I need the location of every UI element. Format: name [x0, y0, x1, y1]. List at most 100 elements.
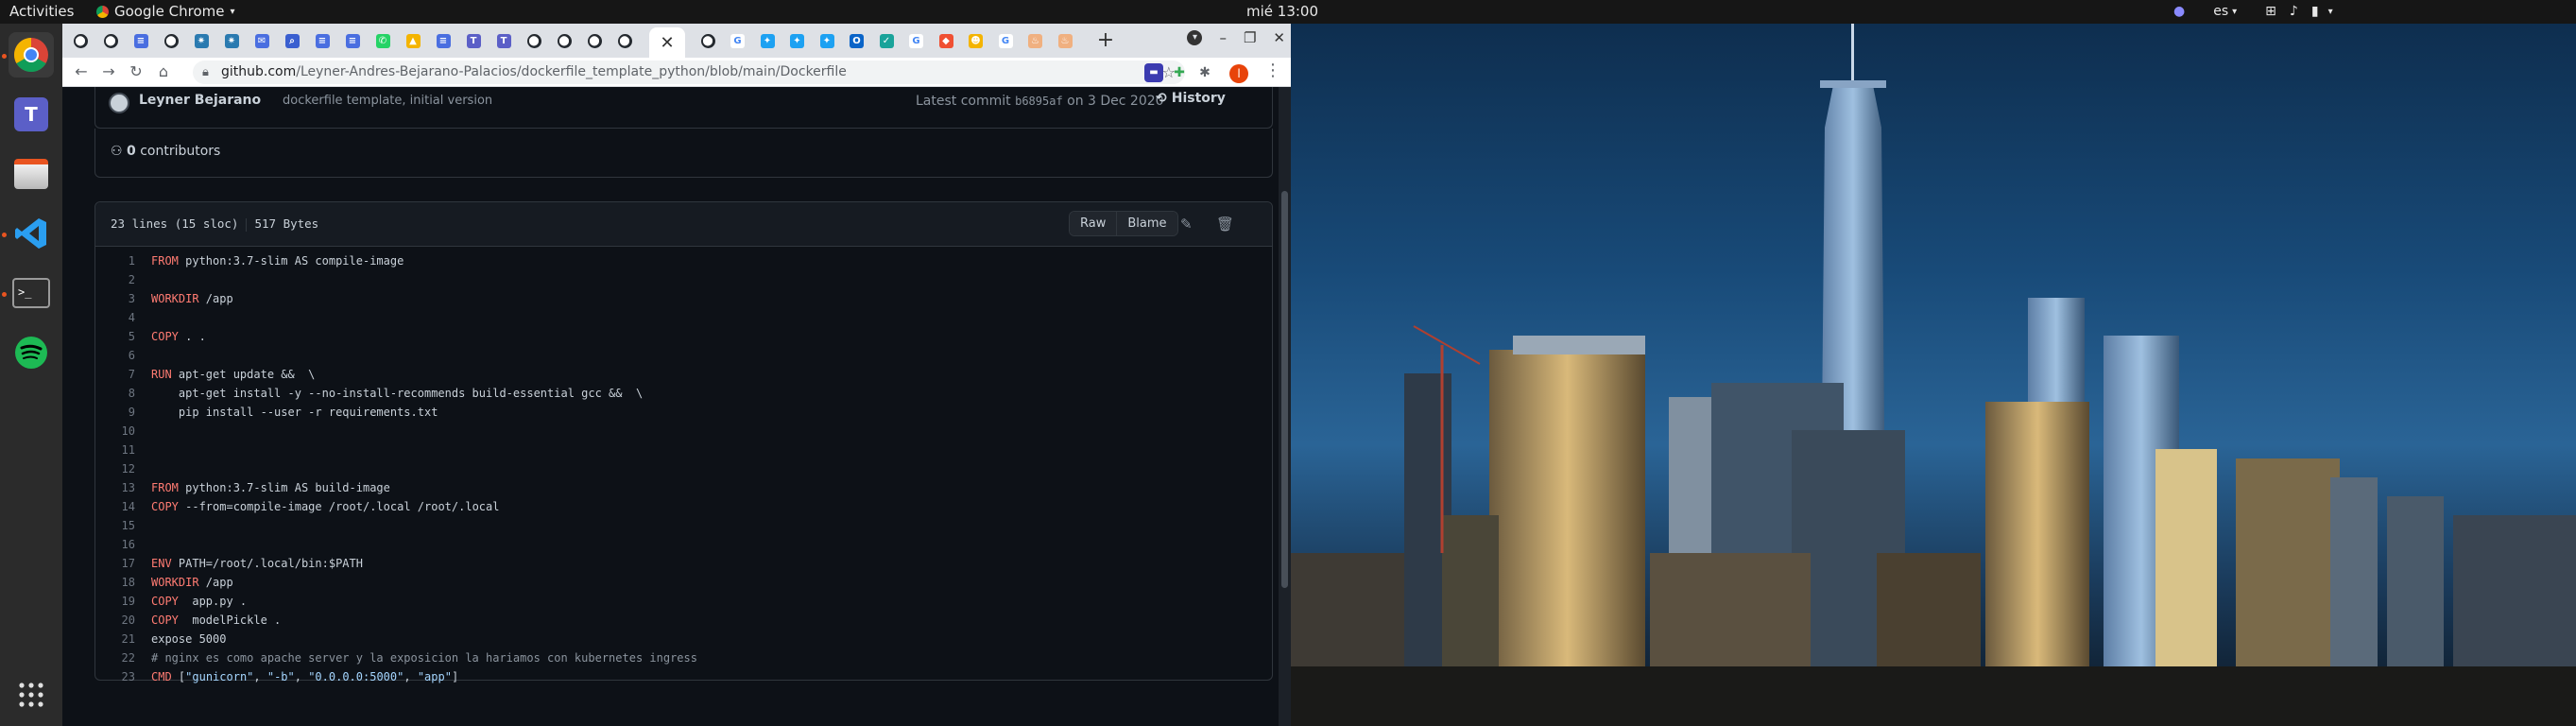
tab-5[interactable]: ✷: [191, 28, 212, 53]
line-number[interactable]: 6: [95, 346, 135, 365]
tab-right-8[interactable]: G: [906, 28, 927, 53]
chrome-dock-item[interactable]: [9, 32, 54, 78]
line-number[interactable]: 16: [95, 535, 135, 554]
clock[interactable]: mié 13:00: [1246, 0, 1318, 24]
line-number[interactable]: 14: [95, 497, 135, 516]
extension-icon[interactable]: ▬: [1144, 63, 1163, 82]
line-number[interactable]: 2: [95, 270, 135, 289]
commit-message[interactable]: dockerfile template, initial version: [283, 94, 492, 108]
line-number[interactable]: 9: [95, 403, 135, 422]
tab-right-1[interactable]: ⬤: [697, 28, 718, 53]
active-tab[interactable]: ✕: [649, 27, 685, 58]
line-number[interactable]: 4: [95, 308, 135, 327]
tab-right-9[interactable]: ◆: [936, 28, 956, 53]
line-number[interactable]: 18: [95, 573, 135, 592]
line-number[interactable]: 3: [95, 289, 135, 308]
tab-13[interactable]: ≡: [433, 28, 454, 53]
tab-1[interactable]: ⬤: [70, 28, 91, 53]
line-number[interactable]: 22: [95, 648, 135, 667]
line-number[interactable]: 12: [95, 459, 135, 478]
close-icon[interactable]: ✕: [660, 33, 674, 53]
tab-19[interactable]: ⬤: [614, 28, 635, 53]
files-dock-item[interactable]: [9, 151, 54, 197]
line-number[interactable]: 23: [95, 667, 135, 686]
avatar[interactable]: [109, 93, 129, 113]
line-number[interactable]: 13: [95, 478, 135, 497]
spotify-dock-item[interactable]: [9, 330, 54, 375]
line-number[interactable]: 1: [95, 251, 135, 270]
back-icon[interactable]: ←: [70, 60, 93, 83]
terminal-dock-item[interactable]: >_: [9, 270, 54, 316]
forward-icon[interactable]: →: [97, 60, 120, 83]
line-number[interactable]: 20: [95, 611, 135, 630]
tab-12[interactable]: ▲: [403, 28, 423, 53]
kebab-menu-icon[interactable]: ⋮: [1264, 60, 1281, 80]
tab-right-10[interactable]: ☻: [966, 28, 987, 53]
outlook-icon: O: [850, 33, 864, 48]
app-menu[interactable]: Google Chrome ▾: [96, 0, 235, 24]
close-window-icon[interactable]: ✕: [1273, 29, 1285, 46]
line-number[interactable]: 17: [95, 554, 135, 573]
profile-avatar[interactable]: l: [1229, 64, 1248, 83]
tab-right-5[interactable]: ✦: [816, 28, 837, 53]
tab-8[interactable]: ⌕: [282, 28, 302, 53]
lock-icon[interactable]: 🔒︎: [202, 60, 209, 84]
activities-button[interactable]: Activities: [9, 0, 74, 24]
line-number[interactable]: 19: [95, 592, 135, 611]
tab-right-4[interactable]: ✦: [787, 28, 808, 53]
tab-right-7[interactable]: ✓: [876, 28, 897, 53]
pencil-icon[interactable]: ✎: [1180, 216, 1193, 233]
line-number[interactable]: 7: [95, 365, 135, 384]
tab-4[interactable]: ⬤: [161, 28, 181, 53]
teams-dock-item[interactable]: T: [9, 92, 54, 137]
tab-right-13[interactable]: ♨: [1055, 28, 1075, 53]
tab-right-3[interactable]: ✦: [757, 28, 778, 53]
tab-10[interactable]: ≡: [342, 28, 363, 53]
vscode-dock-item[interactable]: [9, 211, 54, 256]
address-bar[interactable]: 🔒︎ github.com/Leyner-Andres-Bejarano-Pal…: [193, 60, 1185, 84]
tab-right-6[interactable]: O: [847, 28, 867, 53]
trash-icon[interactable]: 🗑︎: [1216, 216, 1234, 233]
line-number[interactable]: 5: [95, 327, 135, 346]
puzzle-icon[interactable]: ✱: [1195, 63, 1214, 82]
page-scrollbar[interactable]: [1279, 87, 1291, 726]
tab-right-12[interactable]: ♨: [1025, 28, 1046, 53]
tab-9[interactable]: ≡: [312, 28, 333, 53]
line-number[interactable]: 11: [95, 441, 135, 459]
extension-plus-icon[interactable]: ✚: [1170, 63, 1189, 82]
tab-7[interactable]: ✉: [251, 28, 272, 53]
tab-17[interactable]: ⬤: [554, 28, 575, 53]
commit-sha[interactable]: b6895af: [1015, 95, 1063, 108]
tab-search-icon[interactable]: ▾: [1187, 30, 1203, 45]
restore-icon[interactable]: ❐: [1244, 29, 1256, 46]
tab-3[interactable]: ≡: [130, 28, 151, 53]
teams-tray-icon[interactable]: ●: [2173, 0, 2185, 24]
history-button[interactable]: ⟲ History: [1156, 91, 1226, 106]
line-number[interactable]: 15: [95, 516, 135, 535]
tab-14[interactable]: T: [463, 28, 484, 53]
scrollbar-thumb[interactable]: [1281, 191, 1288, 588]
line-number[interactable]: 10: [95, 422, 135, 441]
home-icon[interactable]: ⌂: [152, 60, 175, 83]
line-number[interactable]: 8: [95, 384, 135, 403]
minimize-icon[interactable]: –: [1219, 29, 1227, 46]
raw-button[interactable]: Raw: [1070, 212, 1117, 235]
tab-11[interactable]: ✆: [372, 28, 393, 53]
tab-15[interactable]: T: [493, 28, 514, 53]
language-indicator[interactable]: es: [2213, 0, 2228, 24]
reload-icon[interactable]: ↻: [125, 60, 147, 83]
tab-right-2[interactable]: G: [728, 28, 748, 53]
app-grid-button[interactable]: [9, 672, 54, 717]
tab-right-11[interactable]: G: [995, 28, 1016, 53]
tab-18[interactable]: ⬤: [584, 28, 605, 53]
git-icon: ◆: [938, 33, 953, 48]
system-tray[interactable]: ● es ▾ ⊞ ♪ ▮ ▾: [2173, 0, 2333, 24]
commit-author[interactable]: Leyner Bejarano: [139, 93, 261, 108]
tab-16[interactable]: ⬤: [524, 28, 544, 53]
new-tab-button[interactable]: +: [1094, 27, 1117, 54]
tab-6[interactable]: ✷: [221, 28, 242, 53]
tab-2[interactable]: ⬤: [100, 28, 121, 53]
contributors-link[interactable]: ⚇ 0 contributors: [111, 144, 220, 159]
blame-button[interactable]: Blame: [1116, 212, 1177, 235]
line-number[interactable]: 21: [95, 630, 135, 648]
